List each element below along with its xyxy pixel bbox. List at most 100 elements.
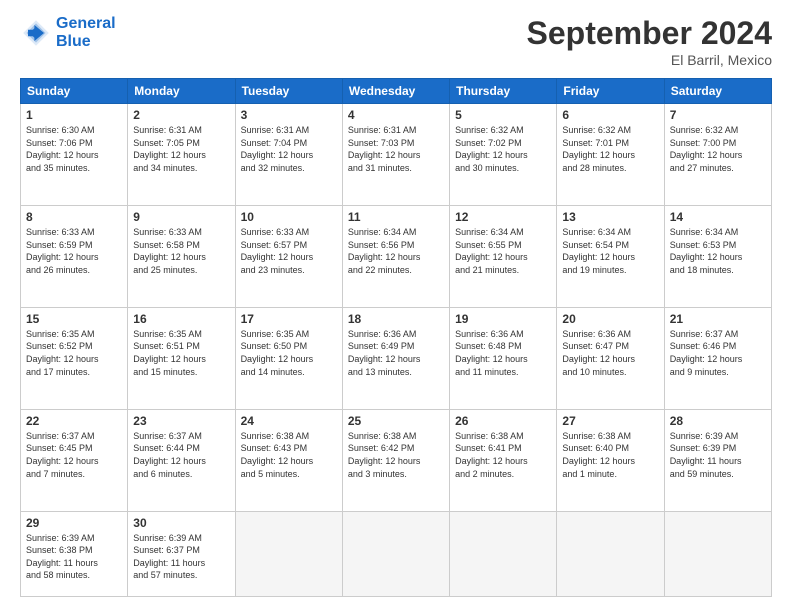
day-info: Sunrise: 6:37 AM Sunset: 6:45 PM Dayligh… — [26, 430, 122, 480]
calendar-week-3: 15 Sunrise: 6:35 AM Sunset: 6:52 PM Dayli… — [21, 307, 772, 409]
day-number: 12 — [455, 210, 551, 224]
calendar-cell: 18 Sunrise: 6:36 AM Sunset: 6:49 PM Dayli… — [342, 307, 449, 409]
calendar-cell: 2Sunrise: 6:31 AM Sunset: 7:05 PM Daylig… — [128, 104, 235, 206]
page: General Blue September 2024 El Barril, M… — [0, 0, 792, 612]
title-block: September 2024 El Barril, Mexico — [527, 15, 772, 68]
calendar-cell — [450, 511, 557, 596]
day-info: Sunrise: 6:30 AM Sunset: 7:06 PM Dayligh… — [26, 124, 122, 174]
calendar-cell: 20 Sunrise: 6:36 AM Sunset: 6:47 PM Dayli… — [557, 307, 664, 409]
calendar-cell: 29Sunrise: 6:39 AM Sunset: 6:38 PM Dayli… — [21, 511, 128, 596]
day-number: 7 — [670, 108, 766, 122]
day-number: 10 — [241, 210, 337, 224]
calendar-cell: 16Sunrise: 6:35 AM Sunset: 6:51 PM Dayli… — [128, 307, 235, 409]
calendar-cell: 22 Sunrise: 6:37 AM Sunset: 6:45 PM Dayli… — [21, 409, 128, 511]
calendar-week-1: 1 Sunrise: 6:30 AM Sunset: 7:06 PM Daylig… — [21, 104, 772, 206]
day-info: Sunrise: 6:32 AM Sunset: 7:02 PM Dayligh… — [455, 124, 551, 174]
day-number: 18 — [348, 312, 444, 326]
weekday-header-row: SundayMondayTuesdayWednesdayThursdayFrid… — [21, 79, 772, 104]
weekday-header-friday: Friday — [557, 79, 664, 104]
day-info: Sunrise: 6:36 AM Sunset: 6:47 PM Dayligh… — [562, 328, 658, 378]
month-title: September 2024 — [527, 15, 772, 52]
day-number: 13 — [562, 210, 658, 224]
calendar-cell: 9 Sunrise: 6:33 AM Sunset: 6:58 PM Daylig… — [128, 205, 235, 307]
weekday-header-sunday: Sunday — [21, 79, 128, 104]
day-info: Sunrise: 6:32 AM Sunset: 7:00 PM Dayligh… — [670, 124, 766, 174]
calendar-cell: 14 Sunrise: 6:34 AM Sunset: 6:53 PM Dayli… — [664, 205, 771, 307]
calendar-cell: 21Sunrise: 6:37 AM Sunset: 6:46 PM Dayli… — [664, 307, 771, 409]
calendar-cell: 3Sunrise: 6:31 AM Sunset: 7:04 PM Daylig… — [235, 104, 342, 206]
calendar-cell: 27 Sunrise: 6:38 AM Sunset: 6:40 PM Dayli… — [557, 409, 664, 511]
day-number: 19 — [455, 312, 551, 326]
day-info: Sunrise: 6:37 AM Sunset: 6:44 PM Dayligh… — [133, 430, 229, 480]
day-info: Sunrise: 6:35 AM Sunset: 6:50 PM Dayligh… — [241, 328, 337, 378]
day-number: 15 — [26, 312, 122, 326]
day-number: 22 — [26, 414, 122, 428]
header: General Blue September 2024 El Barril, M… — [20, 15, 772, 68]
day-info: Sunrise: 6:34 AM Sunset: 6:55 PM Dayligh… — [455, 226, 551, 276]
day-number: 28 — [670, 414, 766, 428]
day-number: 6 — [562, 108, 658, 122]
day-info: Sunrise: 6:34 AM Sunset: 6:54 PM Dayligh… — [562, 226, 658, 276]
day-info: Sunrise: 6:38 AM Sunset: 6:42 PM Dayligh… — [348, 430, 444, 480]
day-info: Sunrise: 6:35 AM Sunset: 6:52 PM Dayligh… — [26, 328, 122, 378]
calendar-week-2: 8Sunrise: 6:33 AM Sunset: 6:59 PM Daylig… — [21, 205, 772, 307]
calendar-week-4: 22 Sunrise: 6:37 AM Sunset: 6:45 PM Dayli… — [21, 409, 772, 511]
day-info: Sunrise: 6:39 AM Sunset: 6:37 PM Dayligh… — [133, 532, 229, 582]
calendar-cell: 7 Sunrise: 6:32 AM Sunset: 7:00 PM Daylig… — [664, 104, 771, 206]
day-number: 16 — [133, 312, 229, 326]
calendar-cell: 1 Sunrise: 6:30 AM Sunset: 7:06 PM Daylig… — [21, 104, 128, 206]
calendar-cell — [235, 511, 342, 596]
calendar-cell — [557, 511, 664, 596]
day-info: Sunrise: 6:33 AM Sunset: 6:58 PM Dayligh… — [133, 226, 229, 276]
day-info: Sunrise: 6:31 AM Sunset: 7:03 PM Dayligh… — [348, 124, 444, 174]
calendar-cell: 6 Sunrise: 6:32 AM Sunset: 7:01 PM Daylig… — [557, 104, 664, 206]
day-number: 23 — [133, 414, 229, 428]
location-title: El Barril, Mexico — [527, 52, 772, 68]
day-number: 1 — [26, 108, 122, 122]
day-info: Sunrise: 6:31 AM Sunset: 7:05 PM Dayligh… — [133, 124, 229, 174]
calendar-cell — [664, 511, 771, 596]
logo: General Blue — [20, 15, 116, 51]
weekday-header-monday: Monday — [128, 79, 235, 104]
day-number: 29 — [26, 516, 122, 530]
calendar-cell: 30 Sunrise: 6:39 AM Sunset: 6:37 PM Dayli… — [128, 511, 235, 596]
day-info: Sunrise: 6:33 AM Sunset: 6:59 PM Dayligh… — [26, 226, 122, 276]
day-number: 9 — [133, 210, 229, 224]
day-number: 3 — [241, 108, 337, 122]
day-info: Sunrise: 6:39 AM Sunset: 6:39 PM Dayligh… — [670, 430, 766, 480]
logo-text: General Blue — [56, 15, 116, 51]
calendar-cell: 23 Sunrise: 6:37 AM Sunset: 6:44 PM Dayli… — [128, 409, 235, 511]
calendar-week-5: 29Sunrise: 6:39 AM Sunset: 6:38 PM Dayli… — [21, 511, 772, 596]
logo-icon — [20, 17, 52, 49]
calendar-cell: 19 Sunrise: 6:36 AM Sunset: 6:48 PM Dayli… — [450, 307, 557, 409]
day-info: Sunrise: 6:38 AM Sunset: 6:41 PM Dayligh… — [455, 430, 551, 480]
calendar-table: SundayMondayTuesdayWednesdayThursdayFrid… — [20, 78, 772, 597]
calendar-cell: 4 Sunrise: 6:31 AM Sunset: 7:03 PM Daylig… — [342, 104, 449, 206]
day-info: Sunrise: 6:34 AM Sunset: 6:56 PM Dayligh… — [348, 226, 444, 276]
calendar-cell: 12 Sunrise: 6:34 AM Sunset: 6:55 PM Dayli… — [450, 205, 557, 307]
day-number: 25 — [348, 414, 444, 428]
weekday-header-saturday: Saturday — [664, 79, 771, 104]
day-number: 30 — [133, 516, 229, 530]
calendar-cell: 25 Sunrise: 6:38 AM Sunset: 6:42 PM Dayli… — [342, 409, 449, 511]
day-info: Sunrise: 6:37 AM Sunset: 6:46 PM Dayligh… — [670, 328, 766, 378]
calendar-cell — [342, 511, 449, 596]
day-info: Sunrise: 6:38 AM Sunset: 6:43 PM Dayligh… — [241, 430, 337, 480]
weekday-header-wednesday: Wednesday — [342, 79, 449, 104]
day-number: 26 — [455, 414, 551, 428]
calendar-cell: 15 Sunrise: 6:35 AM Sunset: 6:52 PM Dayli… — [21, 307, 128, 409]
weekday-header-thursday: Thursday — [450, 79, 557, 104]
day-number: 20 — [562, 312, 658, 326]
day-info: Sunrise: 6:32 AM Sunset: 7:01 PM Dayligh… — [562, 124, 658, 174]
day-info: Sunrise: 6:36 AM Sunset: 6:48 PM Dayligh… — [455, 328, 551, 378]
day-number: 27 — [562, 414, 658, 428]
calendar-cell: 13 Sunrise: 6:34 AM Sunset: 6:54 PM Dayli… — [557, 205, 664, 307]
day-number: 5 — [455, 108, 551, 122]
day-info: Sunrise: 6:36 AM Sunset: 6:49 PM Dayligh… — [348, 328, 444, 378]
day-info: Sunrise: 6:33 AM Sunset: 6:57 PM Dayligh… — [241, 226, 337, 276]
day-info: Sunrise: 6:38 AM Sunset: 6:40 PM Dayligh… — [562, 430, 658, 480]
day-number: 4 — [348, 108, 444, 122]
calendar-cell: 24Sunrise: 6:38 AM Sunset: 6:43 PM Dayli… — [235, 409, 342, 511]
day-number: 14 — [670, 210, 766, 224]
day-info: Sunrise: 6:34 AM Sunset: 6:53 PM Dayligh… — [670, 226, 766, 276]
